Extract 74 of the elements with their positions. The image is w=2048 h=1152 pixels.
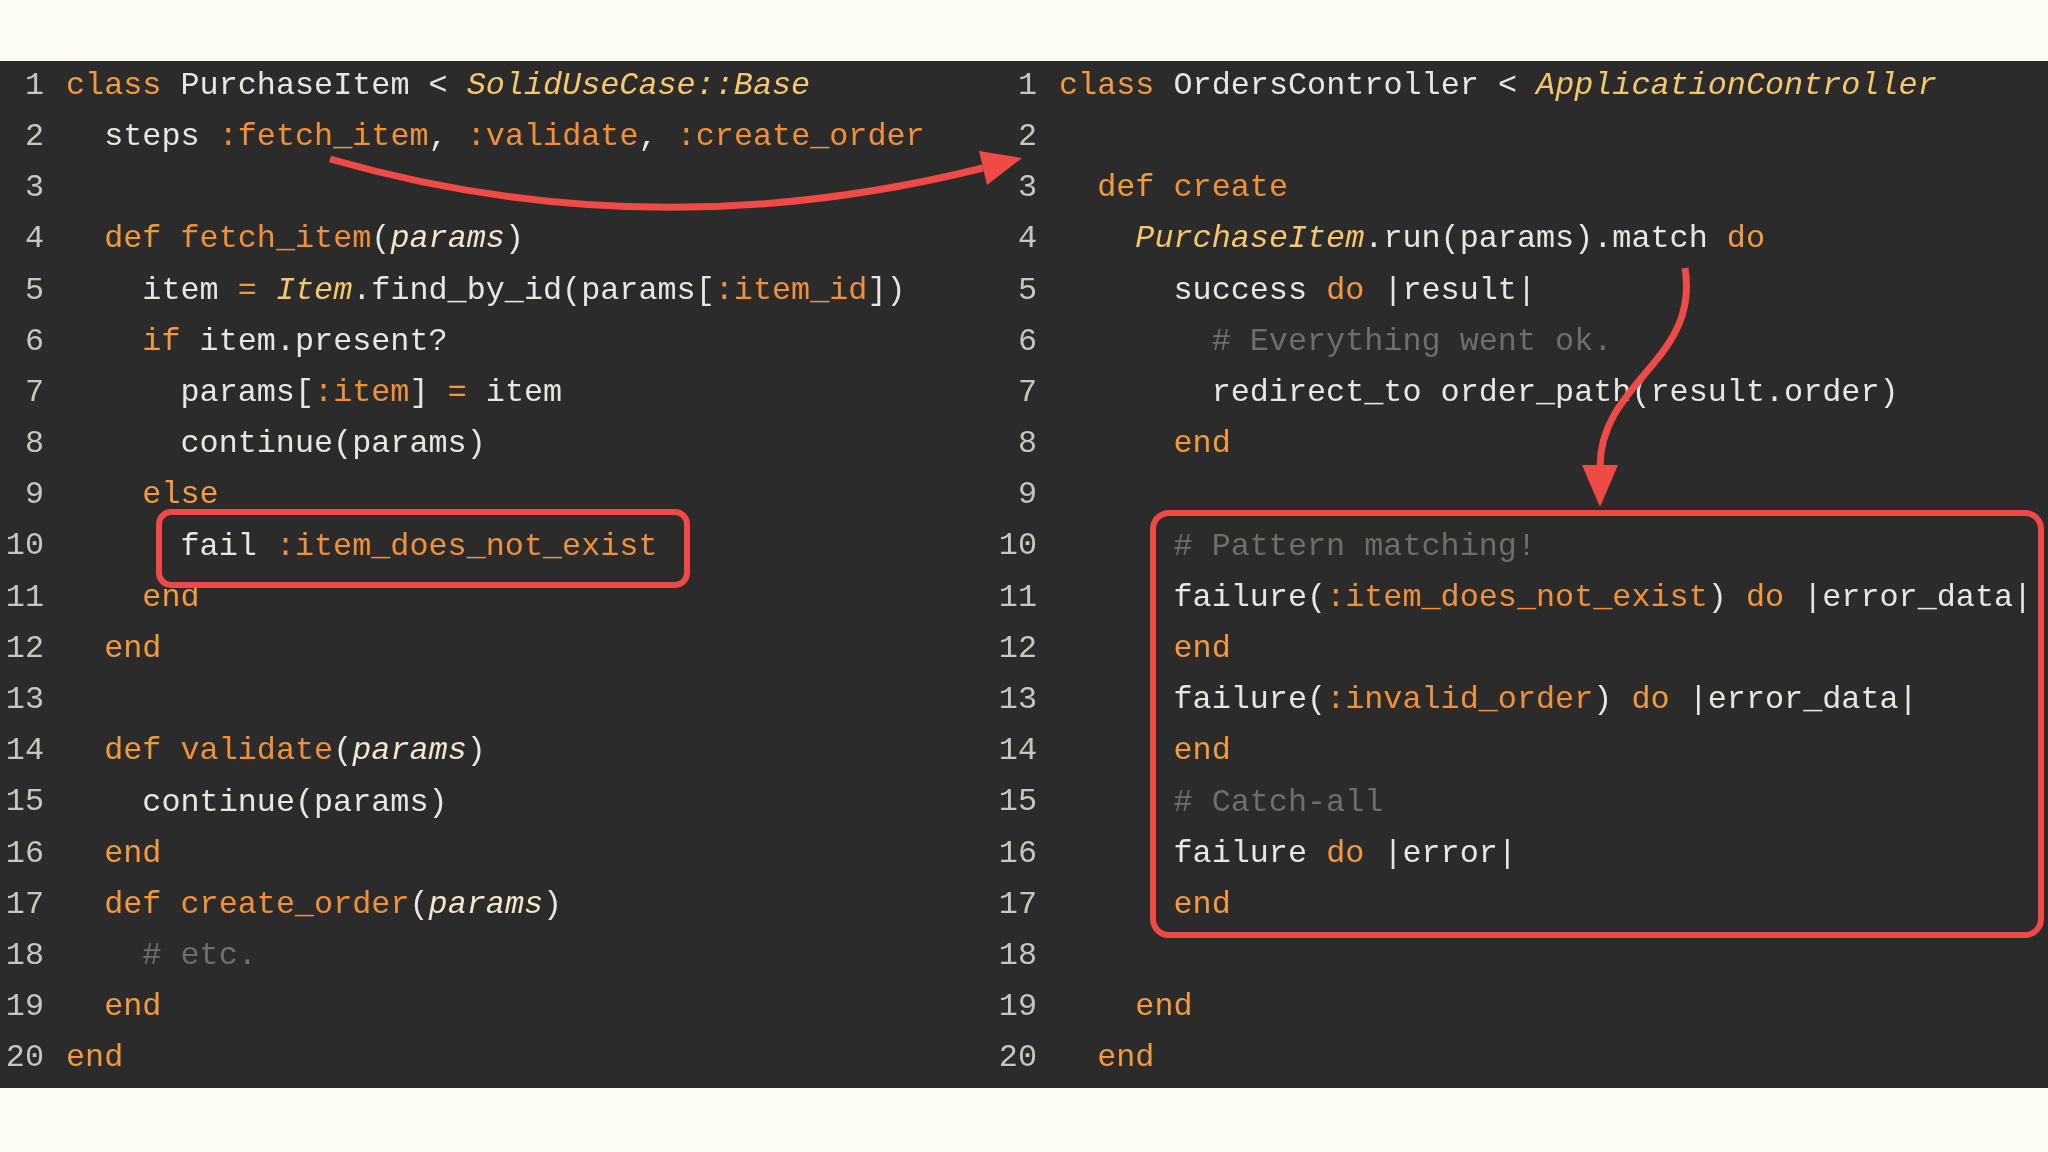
line-number: 10: [998, 527, 1037, 567]
code-line: if item.present?: [142, 325, 448, 360]
code-line: PurchaseItem.run(params).match do: [1135, 223, 1765, 257]
code-line: end: [66, 1042, 124, 1076]
code-line: end: [104, 632, 162, 667]
line-number: 11: [5, 578, 44, 618]
code-line: continue(params): [180, 428, 486, 462]
line-number: 4: [1017, 220, 1037, 260]
code-line: end: [104, 837, 162, 872]
code-line: def validate(params): [104, 735, 486, 769]
code-line: def create: [1097, 172, 1288, 206]
line-number: 11: [998, 578, 1037, 618]
line-number: 14: [5, 732, 44, 772]
line-number: 2: [1017, 117, 1037, 157]
line-number: 8: [24, 425, 44, 465]
line-number: 18: [998, 936, 1037, 976]
line-number: 16: [5, 834, 44, 874]
line-number: 20: [5, 1039, 44, 1079]
code-line: # Catch-all: [1173, 786, 1384, 820]
code-line: continue(params): [142, 786, 448, 820]
code-line: end: [104, 991, 162, 1025]
line-number: 9: [1017, 476, 1037, 516]
line-number: 16: [998, 834, 1037, 874]
code-line: else: [142, 479, 219, 513]
code-line: end: [1097, 1042, 1155, 1076]
code-line: fail :item_does_not_exist: [180, 530, 658, 564]
line-number: 14: [998, 732, 1037, 772]
line-number: 10: [5, 527, 44, 567]
line-number: 20: [998, 1039, 1037, 1079]
line-number: 6: [1017, 322, 1037, 362]
code-line: item = Item.find_by_id(params[:item_id]): [142, 274, 906, 309]
code-line: steps :fetch_item, :validate, :create_order: [104, 121, 925, 155]
code-line: failure(:item_does_not_exist) do |error_data|: [1173, 581, 2033, 616]
code-line: # etc.: [142, 940, 257, 974]
line-number: 12: [998, 629, 1037, 669]
code-line: class PurchaseItem < SolidUseCase::Base: [66, 69, 811, 104]
line-number: 4: [24, 220, 44, 260]
line-number: 2: [24, 117, 44, 157]
line-number: 1: [24, 66, 44, 106]
code-line: end: [142, 581, 200, 616]
code-line: end: [1173, 632, 1231, 667]
code-line: def create_order(params): [104, 888, 563, 923]
code-line: end: [1173, 428, 1231, 462]
code-line: failure do |error|: [1173, 837, 1517, 872]
code-line: params[:item] = item: [180, 377, 563, 411]
line-number: 7: [24, 373, 44, 413]
line-number: 3: [24, 169, 44, 209]
code-line: class OrdersController < ApplicationController: [1059, 69, 1937, 104]
line-number: 17: [998, 885, 1037, 925]
line-number: 1: [1017, 66, 1037, 106]
code-line: success do |result|: [1173, 274, 1537, 309]
line-number: 15: [998, 783, 1037, 823]
line-number: 7: [1017, 373, 1037, 413]
line-number: 19: [998, 988, 1037, 1028]
line-number: 5: [1017, 271, 1037, 311]
line-number: 5: [24, 271, 44, 311]
code-line: failure(:invalid_order) do |error_data|: [1173, 684, 1918, 718]
line-number: 3: [1017, 169, 1037, 209]
line-number: 18: [5, 936, 44, 976]
code-line: def fetch_item(params): [104, 223, 524, 257]
code-line: # Everything went ok.: [1211, 325, 1613, 360]
code-line: # Pattern matching!: [1173, 530, 1536, 564]
line-number: 15: [5, 783, 44, 823]
code-line: end: [1173, 735, 1231, 769]
line-number: 6: [24, 322, 44, 362]
code-line: end: [1173, 888, 1231, 923]
line-number: 13: [998, 681, 1037, 720]
line-number: 13: [5, 681, 44, 720]
line-number: 12: [5, 629, 44, 669]
code-line: end: [1135, 991, 1193, 1025]
line-number: 9: [24, 476, 44, 516]
line-number: 19: [5, 988, 44, 1028]
line-number: 17: [5, 885, 44, 925]
line-number: 8: [1017, 425, 1037, 465]
